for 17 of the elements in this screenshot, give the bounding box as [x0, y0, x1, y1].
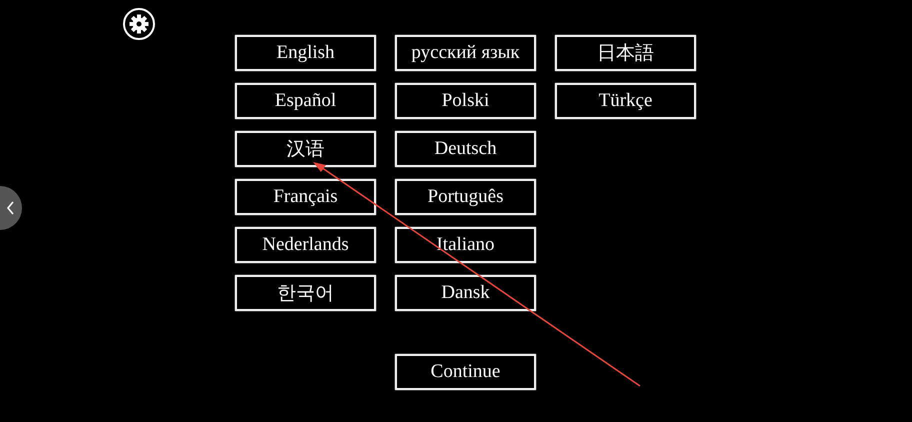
language-button[interactable]: 汉语 [235, 131, 376, 167]
settings-icon[interactable] [123, 8, 155, 40]
language-button[interactable]: Polski [395, 83, 536, 119]
language-button[interactable]: Español [235, 83, 376, 119]
language-button[interactable]: русский язык [395, 35, 536, 71]
language-button[interactable]: Français [235, 179, 376, 215]
language-button[interactable]: 日本語 [555, 35, 696, 71]
language-button[interactable]: Nederlands [235, 227, 376, 263]
chevron-left-icon [6, 201, 16, 215]
language-button[interactable]: Deutsch [395, 131, 536, 167]
language-button[interactable]: Türkçe [555, 83, 696, 119]
continue-button[interactable]: Continue [395, 354, 536, 390]
language-button[interactable]: Português [395, 179, 536, 215]
language-button[interactable]: 한국어 [235, 275, 376, 311]
language-button[interactable]: Dansk [395, 275, 536, 311]
language-button[interactable]: Italiano [395, 227, 536, 263]
language-button[interactable]: English [235, 35, 376, 71]
